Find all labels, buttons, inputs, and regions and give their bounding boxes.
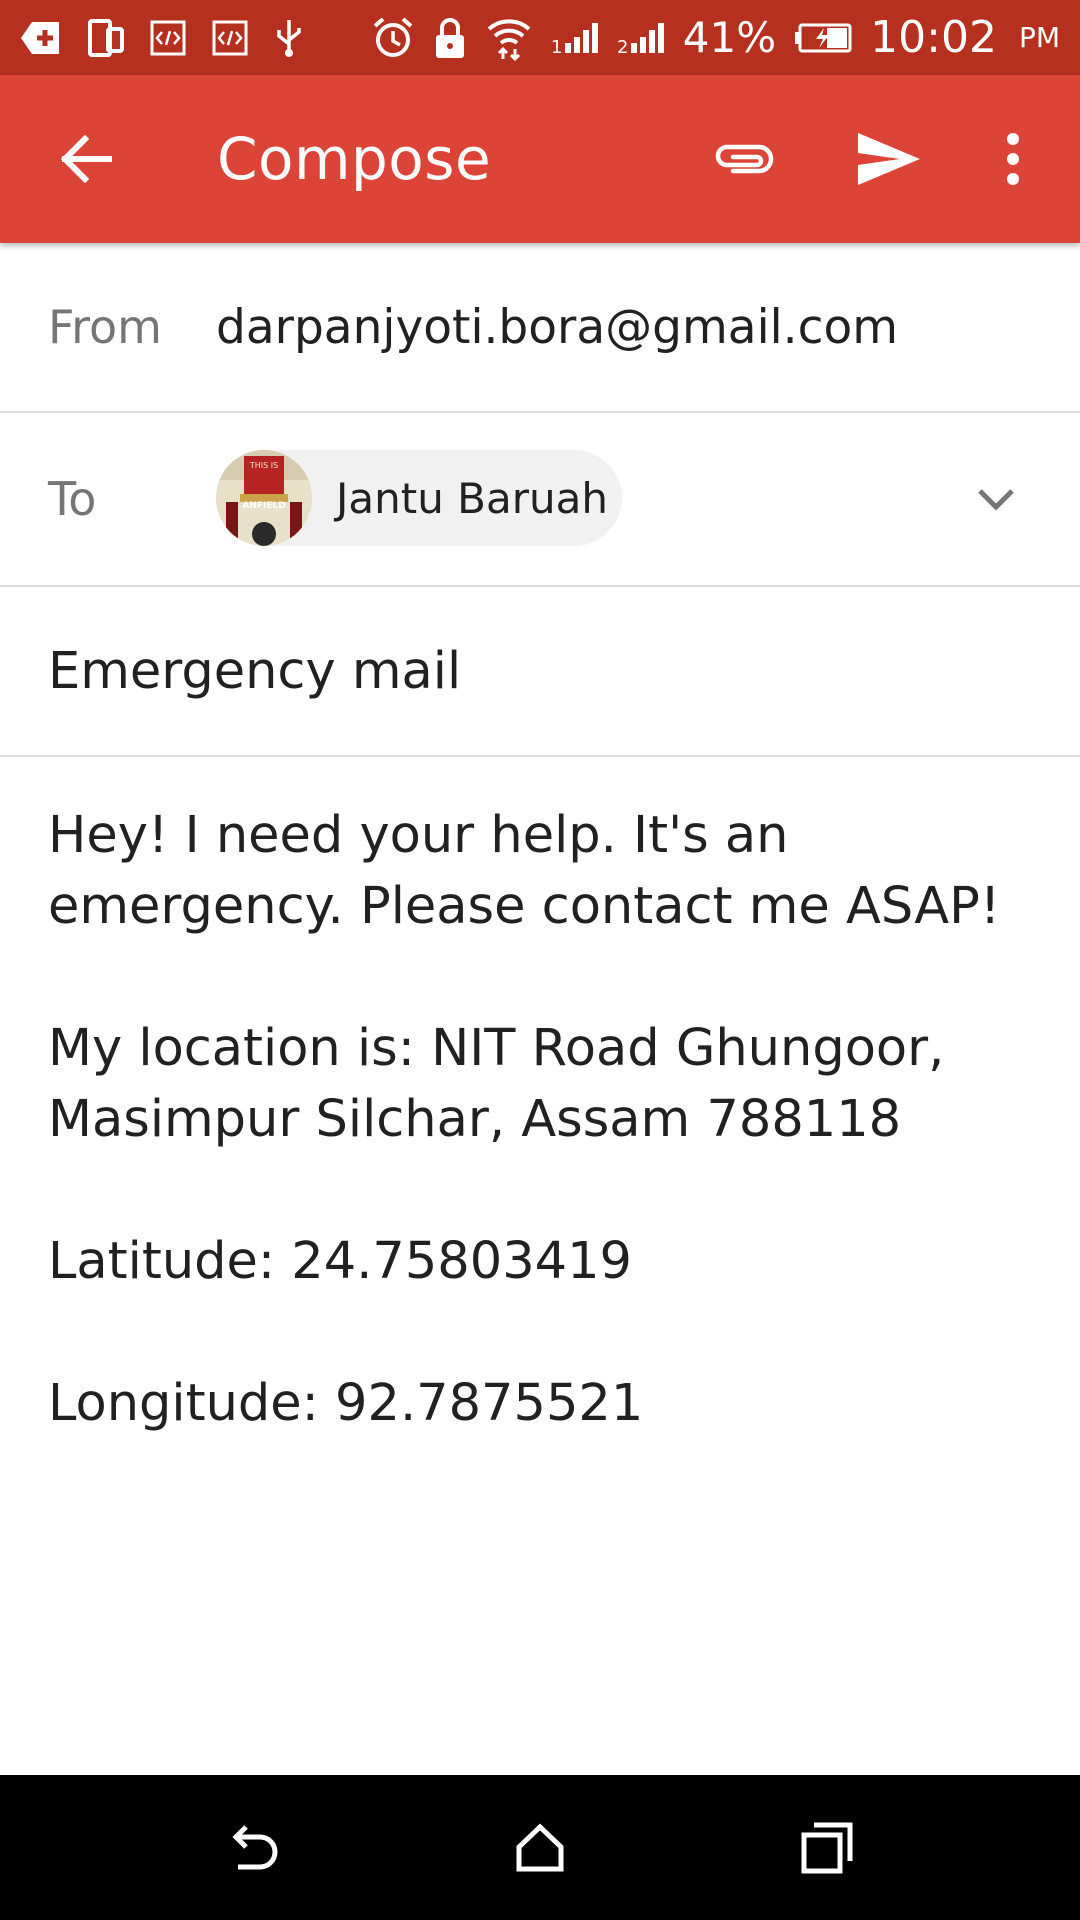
send-icon — [858, 133, 920, 185]
body-paragraph: Longitude: 92.7875521 — [48, 1374, 644, 1433]
signal-2-icon: 2 — [617, 21, 665, 55]
code-icon — [150, 20, 186, 56]
from-row[interactable]: From darpanjyoti.bora@gmail.com — [0, 243, 1080, 413]
signal-1-icon: 1 — [551, 21, 599, 55]
body-paragraph: My location is: NIT Road Ghungoor, Masim… — [48, 1019, 945, 1149]
home-icon — [516, 1823, 564, 1871]
home-button[interactable] — [500, 1808, 580, 1888]
status-bar: 1 2 41% 10:02 PM — [0, 0, 1080, 75]
more-options-button[interactable] — [990, 122, 1036, 196]
battery-charging-icon — [794, 23, 852, 53]
usb-icon — [274, 18, 304, 58]
subject-row[interactable]: Emergency mail — [0, 587, 1080, 757]
page-title: Compose — [217, 125, 492, 193]
recents-icon — [801, 1822, 853, 1873]
recipient-name: Jantu Baruah — [336, 473, 608, 523]
navigation-bar — [0, 1775, 1080, 1920]
back-button[interactable] — [52, 125, 120, 193]
alarm-icon — [371, 16, 415, 60]
from-label: From — [48, 300, 162, 354]
clock-ampm: PM — [1018, 21, 1060, 54]
attach-button[interactable] — [708, 122, 782, 196]
clock-time: 10:02 — [870, 12, 997, 63]
message-body[interactable]: Hey! I need your help. It's an emergency… — [48, 800, 1038, 1510]
expand-recipients-button[interactable] — [966, 469, 1026, 529]
battery-percent: 41% — [682, 13, 777, 62]
svg-text:2: 2 — [617, 37, 628, 55]
to-label: To — [48, 472, 97, 526]
svg-text:1: 1 — [551, 37, 562, 55]
recipient-chip[interactable]: THIS IS ANFIELD Jantu Baruah — [216, 450, 622, 546]
to-row[interactable]: To THIS IS ANFIELD Jantu Baruah — [0, 413, 1080, 587]
avatar-text-bottom: ANFIELD — [242, 501, 285, 511]
chevron-down-icon — [978, 489, 1014, 511]
send-button[interactable] — [852, 122, 926, 196]
subject-field[interactable]: Emergency mail — [48, 642, 461, 701]
recents-button[interactable] — [787, 1808, 867, 1888]
system-icons: 1 2 41% 10:02 PM — [371, 12, 1060, 63]
notification-icons — [20, 18, 304, 58]
from-address[interactable]: darpanjyoti.bora@gmail.com — [216, 300, 898, 355]
back-arrow-icon — [60, 135, 112, 183]
code-icon — [212, 20, 248, 56]
lock-icon — [433, 16, 467, 60]
avatar: THIS IS ANFIELD — [216, 450, 312, 546]
nav-back-button[interactable] — [213, 1808, 293, 1888]
nav-back-icon — [232, 1824, 278, 1869]
wifi-icon — [485, 15, 533, 61]
attach-icon — [715, 144, 774, 174]
body-paragraph: Latitude: 24.75803419 — [48, 1232, 632, 1291]
avatar-text-top: THIS IS — [249, 461, 278, 470]
app-bar: Compose — [0, 75, 1080, 243]
more-vert-icon — [1007, 133, 1019, 185]
device-rotate-icon — [88, 18, 124, 57]
body-paragraph: Hey! I need your help. It's an emergency… — [48, 806, 1001, 936]
add-notification-icon — [20, 21, 62, 55]
